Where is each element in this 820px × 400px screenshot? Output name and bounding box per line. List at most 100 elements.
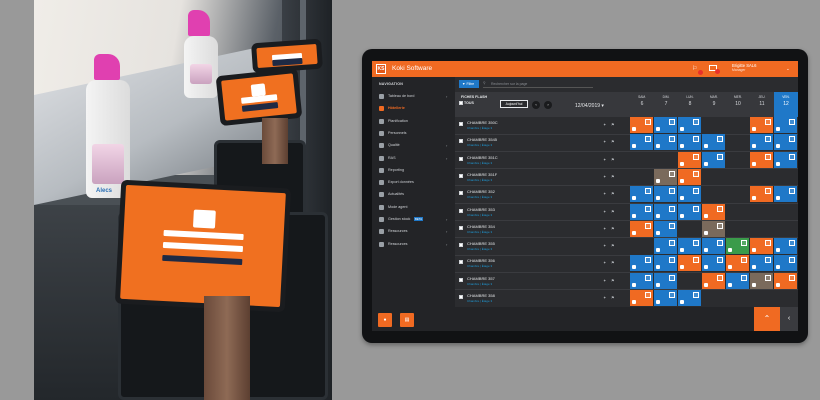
sidebar-item[interactable]: Planification [372,116,455,127]
planning-cell[interactable] [678,290,701,306]
planning-cell[interactable] [678,117,701,133]
calendar-button[interactable]: ▤ [400,313,414,327]
mail-icon[interactable] [709,65,720,74]
planning-cell[interactable] [774,134,797,151]
today-button[interactable]: Aujourd'hui [500,100,528,108]
row-checkbox[interactable] [459,260,463,265]
flag-icon[interactable]: ⚑ [611,226,615,231]
flag-icon[interactable]: ⚑ [611,157,615,162]
planning-cell[interactable] [654,238,677,255]
planning-cell[interactable] [750,134,773,151]
planning-cell[interactable] [630,220,653,237]
planning-cell[interactable] [726,238,749,255]
row-checkbox[interactable] [459,122,463,126]
flag-icon[interactable]: ⚑ [611,260,615,265]
planning-cell[interactable] [774,117,797,133]
notification-bell-icon[interactable]: ⚐ [692,65,703,75]
sidebar-item[interactable]: Ressources › [372,239,455,250]
next-week-button[interactable]: › [544,101,552,109]
sidebar-item[interactable]: Personnels [372,128,455,139]
planning-cell[interactable] [750,186,773,203]
planning-cell[interactable] [702,203,725,220]
planning-cell[interactable] [774,186,797,203]
day-column-header[interactable]: JEU. 11 [750,92,774,117]
planning-cell[interactable] [654,186,677,203]
tag-icon[interactable]: ✦ [603,174,606,179]
flag-icon[interactable]: ⚑ [611,295,615,300]
sidebar-item[interactable]: Export données [372,177,455,188]
table-row[interactable]: CHAMBRE 351F Chambre | Étage 3 ✦ ⚑ [455,168,798,187]
flag-icon[interactable]: ⚑ [611,243,615,248]
planning-cell[interactable] [630,186,653,203]
planning-cell[interactable] [678,151,701,168]
collapse-panel-button[interactable]: ‹ [780,307,798,331]
planning-cell[interactable] [630,117,653,133]
planning-cell[interactable] [630,203,653,220]
table-row[interactable]: CHAMBRE 351C Chambre | Étage 3 ✦ ⚑ [455,151,798,170]
planning-cell[interactable] [654,117,677,133]
planning-cell[interactable] [630,290,653,306]
planning-cell[interactable] [630,134,653,151]
sidebar-item[interactable]: Actualités [372,189,455,200]
planning-cell[interactable] [654,220,677,237]
table-row[interactable]: CHAMBRE 353 Chambre | Étage 3 ✦ ⚑ [455,203,798,221]
back-button[interactable]: ● [378,313,392,327]
row-checkbox[interactable] [459,225,463,230]
sidebar-item[interactable]: Reporting [372,165,455,176]
planning-cell[interactable] [702,220,725,237]
table-row[interactable]: CHAMBRE 358 Chambre | Étage 3 ✦ ⚑ [455,290,798,308]
table-row[interactable]: CHAMBRE 352 Chambre | Étage 3 ✦ ⚑ [455,186,798,204]
flag-icon[interactable]: ⚑ [611,209,615,214]
planning-cell[interactable] [750,272,773,289]
planning-cell[interactable] [726,272,749,289]
table-row[interactable]: CHAMBRE 350C Chambre | Étage 3 ✦ ⚑ [455,117,798,135]
flag-icon[interactable]: ⚑ [611,191,615,196]
sidebar-item[interactable]: Tableau de bord › [372,91,455,102]
planning-cell[interactable] [654,168,677,185]
planning-cell[interactable] [774,238,797,255]
row-checkbox[interactable] [459,243,463,248]
row-checkbox[interactable] [459,173,463,178]
planning-cell[interactable] [678,203,701,220]
planning-cell[interactable] [774,272,797,289]
tag-icon[interactable]: ✦ [603,122,606,127]
table-row[interactable]: CHAMBRE 357 Chambre | Étage 3 ✦ ⚑ [455,272,798,291]
sidebar-item[interactable]: Mode agent [372,202,455,213]
planning-cell[interactable] [654,272,677,289]
flag-icon[interactable]: ⚑ [611,139,615,144]
table-row[interactable]: CHAMBRE 3545 Chambre | Étage 3 ✦ ⚑ [455,134,798,152]
planning-cell[interactable] [726,255,749,272]
chevron-down-icon[interactable]: ⌄ [786,66,790,72]
planning-cell[interactable] [630,272,653,289]
planning-cell[interactable] [702,238,725,255]
day-column-header[interactable]: DIM. 7 [654,92,678,117]
row-checkbox[interactable] [459,191,463,196]
row-checkbox[interactable] [459,277,463,282]
tag-icon[interactable]: ✦ [603,260,606,265]
planning-cell[interactable] [750,255,773,272]
row-checkbox[interactable] [459,295,463,299]
row-checkbox[interactable] [459,208,463,213]
day-column-header[interactable]: MAR. 9 [702,92,726,117]
sidebar-item[interactable]: Gestion stock BETA › [372,214,455,225]
planning-cell[interactable] [630,255,653,272]
current-date[interactable]: 12/04/2019 ▾ [575,103,604,109]
planning-cell[interactable] [774,151,797,168]
planning-cell[interactable] [678,186,701,203]
flag-icon[interactable]: ⚑ [611,122,615,127]
tag-icon[interactable]: ✦ [603,139,606,144]
planning-cell[interactable] [702,151,725,168]
table-row[interactable]: CHAMBRE 356 Chambre | Étage 3 ✦ ⚑ [455,255,798,273]
tag-icon[interactable]: ✦ [603,295,606,300]
day-column-header[interactable]: LUN. 8 [678,92,702,117]
sidebar-item[interactable]: RAS › [372,153,455,164]
row-checkbox[interactable] [459,156,463,161]
day-column-header[interactable]: VEN. 12 [774,92,798,117]
table-row[interactable]: CHAMBRE 354 Chambre | Étage 3 ✦ ⚑ [455,220,798,239]
tag-icon[interactable]: ✦ [603,209,606,214]
planning-cell[interactable] [654,290,677,306]
sidebar-item[interactable]: Qualité › [372,140,455,151]
tag-icon[interactable]: ✦ [603,157,606,162]
planning-cell[interactable] [750,151,773,168]
sidebar-item[interactable]: Ressources › [372,226,455,237]
